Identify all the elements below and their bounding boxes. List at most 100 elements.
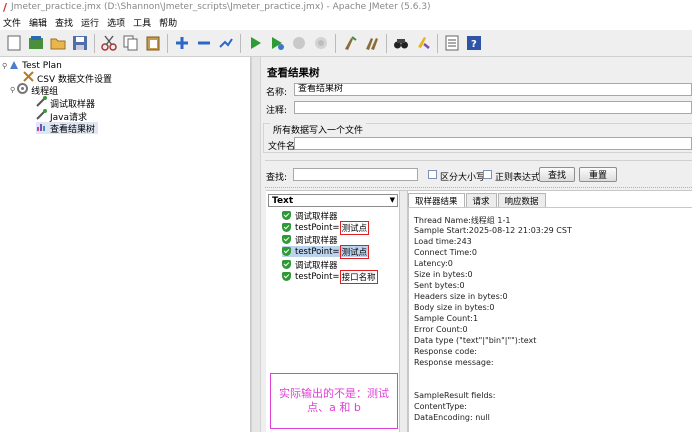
- find-button[interactable]: 查找: [539, 167, 575, 182]
- renderer-value: Text: [272, 195, 294, 206]
- result-label: testPoint=: [295, 271, 340, 282]
- paste-icon[interactable]: [143, 33, 163, 54]
- success-shield-icon: [282, 272, 291, 281]
- open-icon[interactable]: [48, 33, 68, 54]
- chevron-down-icon[interactable]: ▼: [390, 196, 395, 204]
- reset-search-icon[interactable]: [413, 33, 433, 54]
- results-area: Text ▼ 调试取样器 testPoint= 测试点 调试取样器 testPo…: [266, 190, 692, 432]
- name-input[interactable]: 查看结果树: [294, 83, 692, 96]
- result-item[interactable]: 调试取样器: [282, 234, 338, 246]
- results-splitter[interactable]: [400, 191, 408, 432]
- tree-node-thread-group[interactable]: ⚲ 线程组: [10, 83, 58, 97]
- result-line: Connect Time:0: [414, 248, 477, 257]
- result-line: Sample Start:2025-08-12 21:03:29 CST: [414, 226, 572, 235]
- collapse-toggle-icon[interactable]: ⚲: [2, 62, 7, 70]
- toolbar: ?: [0, 30, 692, 57]
- tree-node-label: Test Plan: [22, 61, 62, 71]
- tab-request[interactable]: 请求: [465, 193, 497, 207]
- tab-response-data[interactable]: 响应数据: [497, 193, 546, 207]
- toolbar-separator: [335, 33, 336, 53]
- result-item[interactable]: testPoint= 接口名称: [282, 269, 378, 284]
- function-helper-icon[interactable]: [442, 33, 462, 54]
- case-sensitive-checkbox[interactable]: [428, 170, 437, 179]
- cut-icon[interactable]: [99, 33, 119, 54]
- menu-help[interactable]: 帮助: [159, 16, 177, 29]
- result-line: Load time:243: [414, 237, 472, 246]
- toolbar-separator: [386, 33, 387, 53]
- result-line: Headers size in bytes:0: [414, 292, 508, 301]
- test-plan-icon: [9, 60, 19, 73]
- regex-label: 正则表达式: [495, 173, 541, 183]
- case-sensitive-label: 区分大小写: [440, 173, 486, 183]
- help-icon[interactable]: ?: [464, 33, 484, 54]
- regex-checkbox[interactable]: [483, 170, 492, 179]
- menu-search[interactable]: 查找: [55, 16, 73, 29]
- templates-icon[interactable]: [26, 33, 46, 54]
- result-line: Size in bytes:0: [414, 270, 473, 279]
- result-line: Body size in bytes:0: [414, 303, 495, 312]
- result-line: Response message:: [414, 358, 494, 367]
- panel-title: 查看结果树: [267, 67, 320, 79]
- window-title: Jmeter_practice.jmx (D:\Shannon\Jmeter_s…: [11, 2, 431, 12]
- highlight-box: 测试点: [339, 220, 370, 235]
- toolbar-separator: [94, 33, 95, 53]
- result-item-selected[interactable]: testPoint= 测试点: [282, 244, 370, 259]
- stop-icon[interactable]: [289, 33, 309, 54]
- menu-run[interactable]: 运行: [81, 16, 99, 29]
- menu-file[interactable]: 文件: [3, 16, 21, 29]
- search-icon[interactable]: [391, 33, 411, 54]
- comment-label: 注释:: [266, 106, 288, 116]
- tab-sampler-result[interactable]: 取样器结果: [408, 193, 465, 207]
- collapse-toggle-icon[interactable]: ⚲: [10, 86, 15, 94]
- menu-tools[interactable]: 工具: [133, 16, 151, 29]
- expand-icon[interactable]: [172, 33, 192, 54]
- result-line: Data type ("text"|"bin"|""):text: [414, 336, 537, 345]
- copy-icon[interactable]: [121, 33, 141, 54]
- search-input[interactable]: [293, 168, 418, 181]
- tree-node-view-results-tree[interactable]: 查看结果树: [36, 121, 99, 135]
- result-line: Sample Count:1: [414, 314, 479, 323]
- jmeter-logo-icon: /: [3, 0, 8, 14]
- result-label: testPoint=: [295, 246, 340, 257]
- filename-label: 文件名: [268, 142, 296, 152]
- reset-button[interactable]: 重置: [579, 167, 617, 182]
- clear-icon[interactable]: [340, 33, 360, 54]
- name-label: 名称:: [266, 88, 288, 98]
- tree-node-csv-config[interactable]: CSV 数据文件设置: [23, 71, 112, 85]
- comment-input[interactable]: [294, 101, 692, 114]
- result-item[interactable]: 调试取样器: [282, 210, 338, 222]
- result-item[interactable]: testPoint= 测试点: [282, 220, 370, 235]
- shutdown-icon[interactable]: [311, 33, 331, 54]
- menu-edit[interactable]: 编辑: [29, 16, 47, 29]
- success-shield-icon: [282, 260, 291, 269]
- collapse-icon[interactable]: [194, 33, 214, 54]
- search-label: 查找:: [266, 173, 288, 183]
- detail-tabs: 取样器结果 请求 响应数据: [408, 193, 547, 207]
- result-label: 调试取样器: [295, 211, 338, 222]
- clear-all-icon[interactable]: [362, 33, 382, 54]
- listener-icon: [36, 121, 47, 135]
- result-line: Response code:: [414, 347, 477, 356]
- start-no-pause-icon[interactable]: [267, 33, 287, 54]
- new-icon[interactable]: [4, 33, 24, 54]
- tree-node-debug-sampler[interactable]: 调试取样器: [36, 96, 96, 110]
- toggle-icon[interactable]: [216, 33, 236, 54]
- result-item[interactable]: 调试取样器: [282, 259, 338, 271]
- save-icon[interactable]: [70, 33, 90, 54]
- filename-input[interactable]: [294, 137, 692, 150]
- tree-node-label: 查看结果树: [50, 124, 96, 135]
- pane-splitter[interactable]: [251, 57, 261, 432]
- result-line: Thread Name:线程组 1-1: [414, 216, 511, 225]
- tree-node-label: 调试取样器: [50, 99, 96, 110]
- search-bar: 查找: 区分大小写 正则表达式 查找 重置: [265, 160, 692, 188]
- toolbar-separator: [437, 33, 438, 53]
- renderer-select[interactable]: Text ▼: [268, 194, 398, 207]
- menu-options[interactable]: 选项: [107, 16, 125, 29]
- result-line: Latency:0: [414, 259, 453, 268]
- view-results-tree-panel: 查看结果树 名称: 查看结果树 注释: 所有数据写入一个文件 文件名 查找: 区…: [261, 57, 692, 432]
- highlight-box: 测试点: [339, 244, 370, 259]
- start-icon[interactable]: [245, 33, 265, 54]
- sampler-result-text: Thread Name:线程组 1-1 Sample Start:2025-08…: [408, 207, 692, 432]
- results-list: Text ▼ 调试取样器 testPoint= 测试点 调试取样器 testPo…: [266, 191, 400, 432]
- write-results-group: 所有数据写入一个文件 文件名: [263, 123, 692, 153]
